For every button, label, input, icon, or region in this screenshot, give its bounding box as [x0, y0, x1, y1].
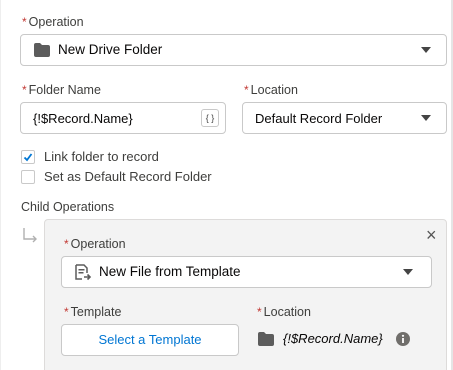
required-marker: * [64, 305, 69, 319]
child-location-value: {!$Record.Name} [283, 331, 383, 346]
required-marker: * [22, 83, 27, 97]
chevron-down-icon [421, 115, 431, 121]
folder-name-label: * Folder Name [22, 83, 101, 97]
chevron-down-icon [403, 269, 413, 275]
location-label: * Location [244, 83, 298, 97]
required-marker: * [257, 305, 262, 319]
operation-label: * Operation [22, 15, 84, 29]
folder-name-label-text: Folder Name [28, 83, 101, 97]
folder-icon [34, 43, 50, 57]
operation-value: New Drive Folder [58, 42, 163, 57]
merge-field-icon: { } [205, 113, 215, 123]
required-marker: * [244, 83, 249, 97]
child-operations-label: Child Operations [21, 200, 115, 214]
operation-label-text: Operation [28, 15, 84, 29]
template-label-text: Template [70, 305, 122, 319]
close-icon[interactable]: × [426, 226, 437, 244]
info-icon[interactable] [396, 332, 410, 346]
select-template-label: Select a Template [98, 332, 202, 347]
template-label: * Template [64, 305, 121, 319]
required-marker: * [22, 15, 27, 29]
child-arrow-icon [23, 228, 37, 243]
child-operation-select[interactable]: New File from Template [61, 256, 432, 288]
file-template-icon [75, 264, 92, 281]
child-operation-label: * Operation [64, 237, 126, 251]
child-operation-value: New File from Template [99, 264, 241, 279]
panel-left-border [0, 0, 1, 370]
folder-name-input[interactable]: {!$Record.Name} { } [20, 102, 226, 134]
select-template-button[interactable]: Select a Template [61, 324, 239, 356]
default-folder-checkbox[interactable] [21, 170, 35, 184]
folder-icon [258, 332, 274, 346]
required-marker: * [64, 237, 69, 251]
link-folder-label[interactable]: Link folder to record [44, 149, 159, 164]
child-operation-panel: × * Operation New File from Template * Tem… [44, 219, 447, 370]
location-select[interactable]: Default Record Folder [242, 102, 447, 134]
link-folder-checkbox[interactable] [21, 150, 35, 164]
operation-select[interactable]: New Drive Folder [20, 34, 447, 66]
child-location-label: * Location [257, 305, 311, 319]
merge-field-button[interactable]: { } [201, 109, 219, 127]
default-folder-label[interactable]: Set as Default Record Folder [44, 169, 212, 184]
child-operation-label-text: Operation [70, 237, 126, 251]
location-value: Default Record Folder [255, 111, 383, 126]
folder-name-value: {!$Record.Name} [33, 111, 133, 126]
location-label-text: Location [250, 83, 298, 97]
child-location-label-text: Location [263, 305, 311, 319]
chevron-down-icon [421, 47, 431, 53]
checkmark-icon [23, 153, 33, 162]
